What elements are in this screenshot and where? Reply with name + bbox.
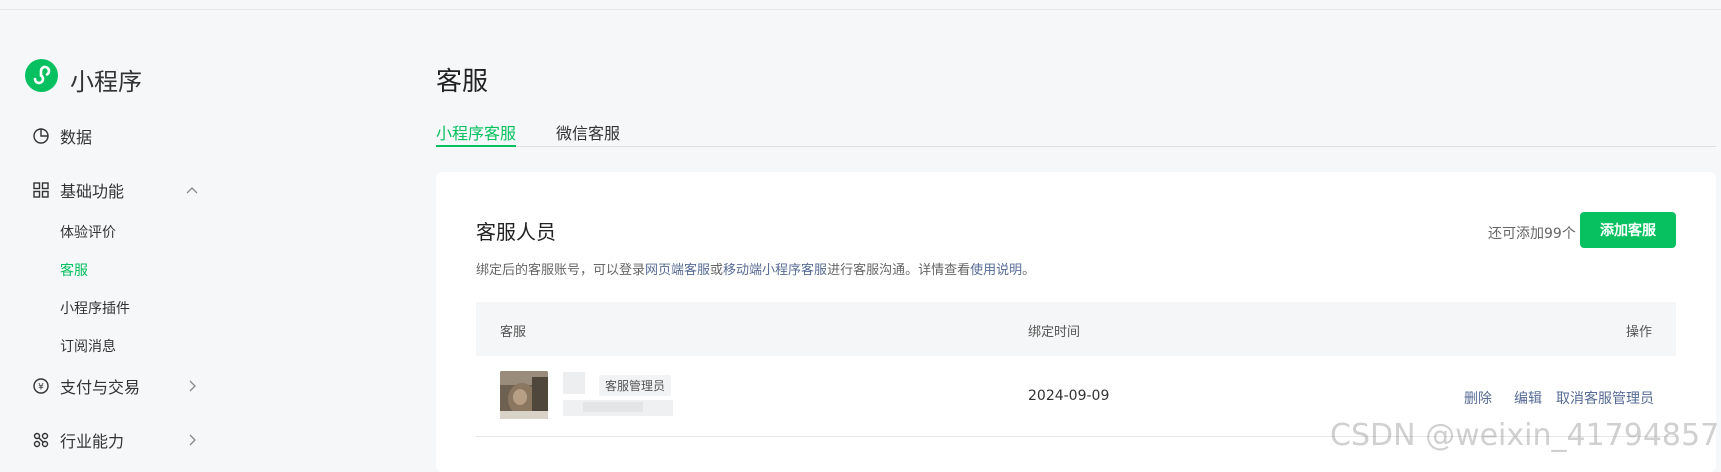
remaining-count: 还可添加99个 — [1488, 226, 1576, 242]
watermark: CSDN @weixin_41794857 — [1330, 418, 1720, 453]
yuan-circle-icon: ¥ — [32, 377, 50, 395]
column-header-actions: 操作 — [1626, 325, 1653, 340]
sidebar-subitem-plugins[interactable]: 小程序插件 — [60, 298, 130, 318]
add-service-button[interactable]: 添加客服 — [1580, 212, 1676, 248]
column-header-bind-time: 绑定时间 — [1028, 325, 1081, 340]
column-header-service: 客服 — [500, 325, 527, 340]
avatar — [500, 371, 548, 419]
mobile-service-link[interactable]: 移动端小程序客服 — [723, 263, 827, 278]
desc-text: 。 — [1022, 263, 1036, 278]
chevron-up-icon[interactable] — [185, 183, 199, 197]
tab-wechat-service[interactable]: 微信客服 — [556, 120, 620, 144]
active-tab-indicator — [436, 145, 516, 147]
desc-text: 进行客服沟通。详情查看 — [827, 263, 971, 278]
sidebar-subitem-customer-service[interactable]: 客服 — [60, 260, 88, 280]
chevron-right-icon[interactable] — [185, 379, 199, 393]
sidebar-item-data[interactable]: 数据 — [32, 124, 92, 148]
sidebar-item-label: 支付与交易 — [60, 378, 141, 397]
grid-icon — [32, 181, 50, 199]
edit-button[interactable]: 编辑 — [1514, 388, 1542, 408]
sidebar-item-payment[interactable]: ¥ 支付与交易 — [32, 374, 140, 398]
sidebar-subitem-experience-review[interactable]: 体验评价 — [60, 222, 116, 242]
top-divider — [0, 9, 1721, 10]
miniprogram-logo-icon — [25, 59, 58, 92]
sidebar-item-basic-functions[interactable]: 基础功能 — [32, 178, 124, 202]
tab-miniprogram-service[interactable]: 小程序客服 — [436, 120, 516, 144]
sidebar-subitem-subscribe-messages[interactable]: 订阅消息 — [60, 336, 116, 356]
delete-button[interactable]: 删除 — [1464, 388, 1492, 408]
card-title: 客服人员 — [476, 220, 556, 244]
sidebar-item-label: 基础功能 — [60, 182, 125, 201]
tabs-divider — [436, 146, 1716, 147]
card-description: 绑定后的客服账号，可以登录网页端客服或移动端小程序客服进行客服沟通。详情查看使用… — [476, 259, 1035, 278]
web-service-link[interactable]: 网页端客服 — [645, 263, 710, 278]
svg-text:¥: ¥ — [38, 383, 44, 393]
role-badge: 客服管理员 — [599, 375, 672, 396]
usage-guide-link[interactable]: 使用说明 — [970, 263, 1022, 278]
cancel-admin-button[interactable]: 取消客服管理员 — [1556, 388, 1654, 408]
pie-chart-icon — [32, 127, 50, 145]
app-name: 小程序 — [70, 68, 142, 96]
desc-text: 或 — [710, 263, 724, 278]
desc-text: 绑定后的客服账号，可以登录 — [476, 263, 646, 278]
sidebar-item-industry[interactable]: 行业能力 — [32, 428, 124, 452]
nodes-icon — [32, 431, 50, 449]
sidebar-item-label: 数据 — [60, 128, 93, 147]
sidebar-item-label: 行业能力 — [60, 432, 125, 451]
chevron-right-icon[interactable] — [185, 433, 199, 447]
bind-time-value: 2024-09-09 — [1028, 388, 1110, 404]
page-title: 客服 — [436, 67, 489, 97]
